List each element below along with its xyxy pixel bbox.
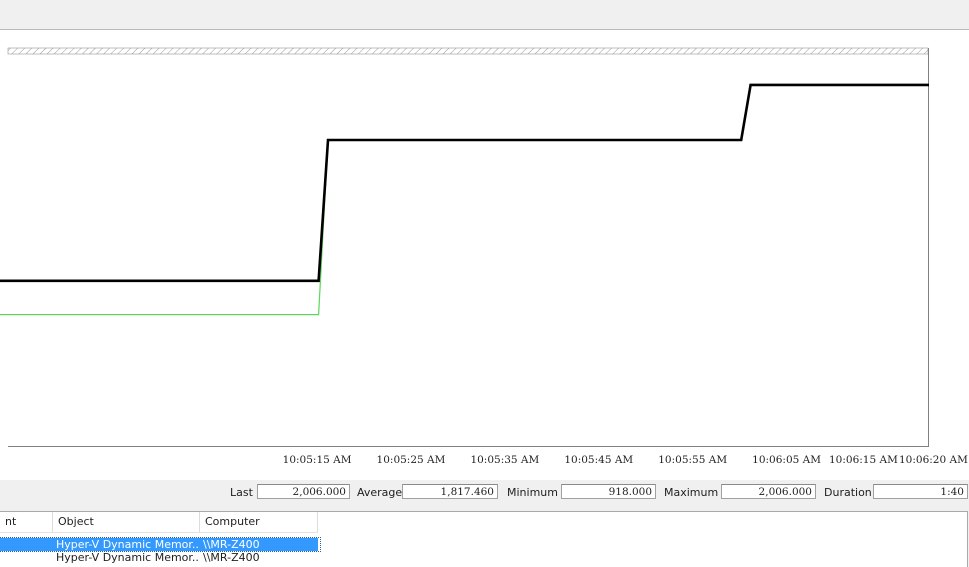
column-header-computer[interactable]: Computer — [200, 512, 318, 532]
legend-row[interactable]: Hyper-V Dynamic Memor... \\MR-Z400 — [0, 537, 321, 552]
x-tick-label: 10:05:45 AM — [564, 454, 634, 466]
x-tick-label: 10:05:55 AM — [658, 454, 728, 466]
series-line-selected — [0, 83, 929, 283]
minimum-label: Minimum — [507, 486, 558, 499]
x-tick-label: 10:06:15 AM — [829, 454, 898, 466]
toolbar-strip — [0, 0, 969, 30]
x-tick-label: 10:06:20 AM — [899, 454, 968, 466]
average-label: Average — [357, 486, 403, 499]
legend-cell-object: Hyper-V Dynamic Memor... — [56, 551, 200, 564]
graph-canvas — [0, 47, 929, 447]
duration-value-field: 1:40 — [873, 484, 968, 499]
legend-cell-computer: \\MR-Z400 — [203, 551, 260, 564]
legend-header: nt Object Computer — [0, 512, 318, 533]
maximum-value-field: 2,006.000 — [721, 484, 816, 499]
last-value-field: 2,006.000 — [257, 484, 350, 499]
statistics-bar: Last 2,006.000 Average 1,817.460 Minimum… — [0, 481, 969, 503]
legend-row[interactable]: Hyper-V Dynamic Memor... \\MR-Z400 — [0, 551, 320, 564]
legend-cell-counter — [0, 538, 53, 551]
x-tick-label: 10:05:25 AM — [376, 454, 446, 466]
graph-top-hatch — [7, 47, 929, 55]
maximum-label: Maximum — [664, 486, 719, 499]
counter-legend-table[interactable]: nt Object Computer Hyper-V Dynamic Memor… — [0, 511, 968, 567]
average-value-field: 1,817.460 — [402, 484, 498, 499]
last-label: Last — [230, 486, 253, 499]
legend-cell-object: Hyper-V Dynamic Memor... — [53, 538, 200, 551]
legend-cell-counter — [0, 551, 53, 564]
duration-label: Duration — [824, 486, 872, 499]
series-line-secondary — [0, 139, 329, 316]
performance-graph — [0, 30, 969, 480]
x-tick-label: 10:05:15 AM — [282, 454, 352, 466]
x-tick-label: 10:05:35 AM — [470, 454, 540, 466]
column-header-counter[interactable]: nt — [0, 512, 53, 532]
column-header-object[interactable]: Object — [53, 512, 200, 532]
legend-cell-computer: \\MR-Z400 — [200, 538, 318, 551]
minimum-value-field: 918.000 — [561, 484, 656, 499]
x-tick-label: 10:06:05 AM — [752, 454, 821, 466]
